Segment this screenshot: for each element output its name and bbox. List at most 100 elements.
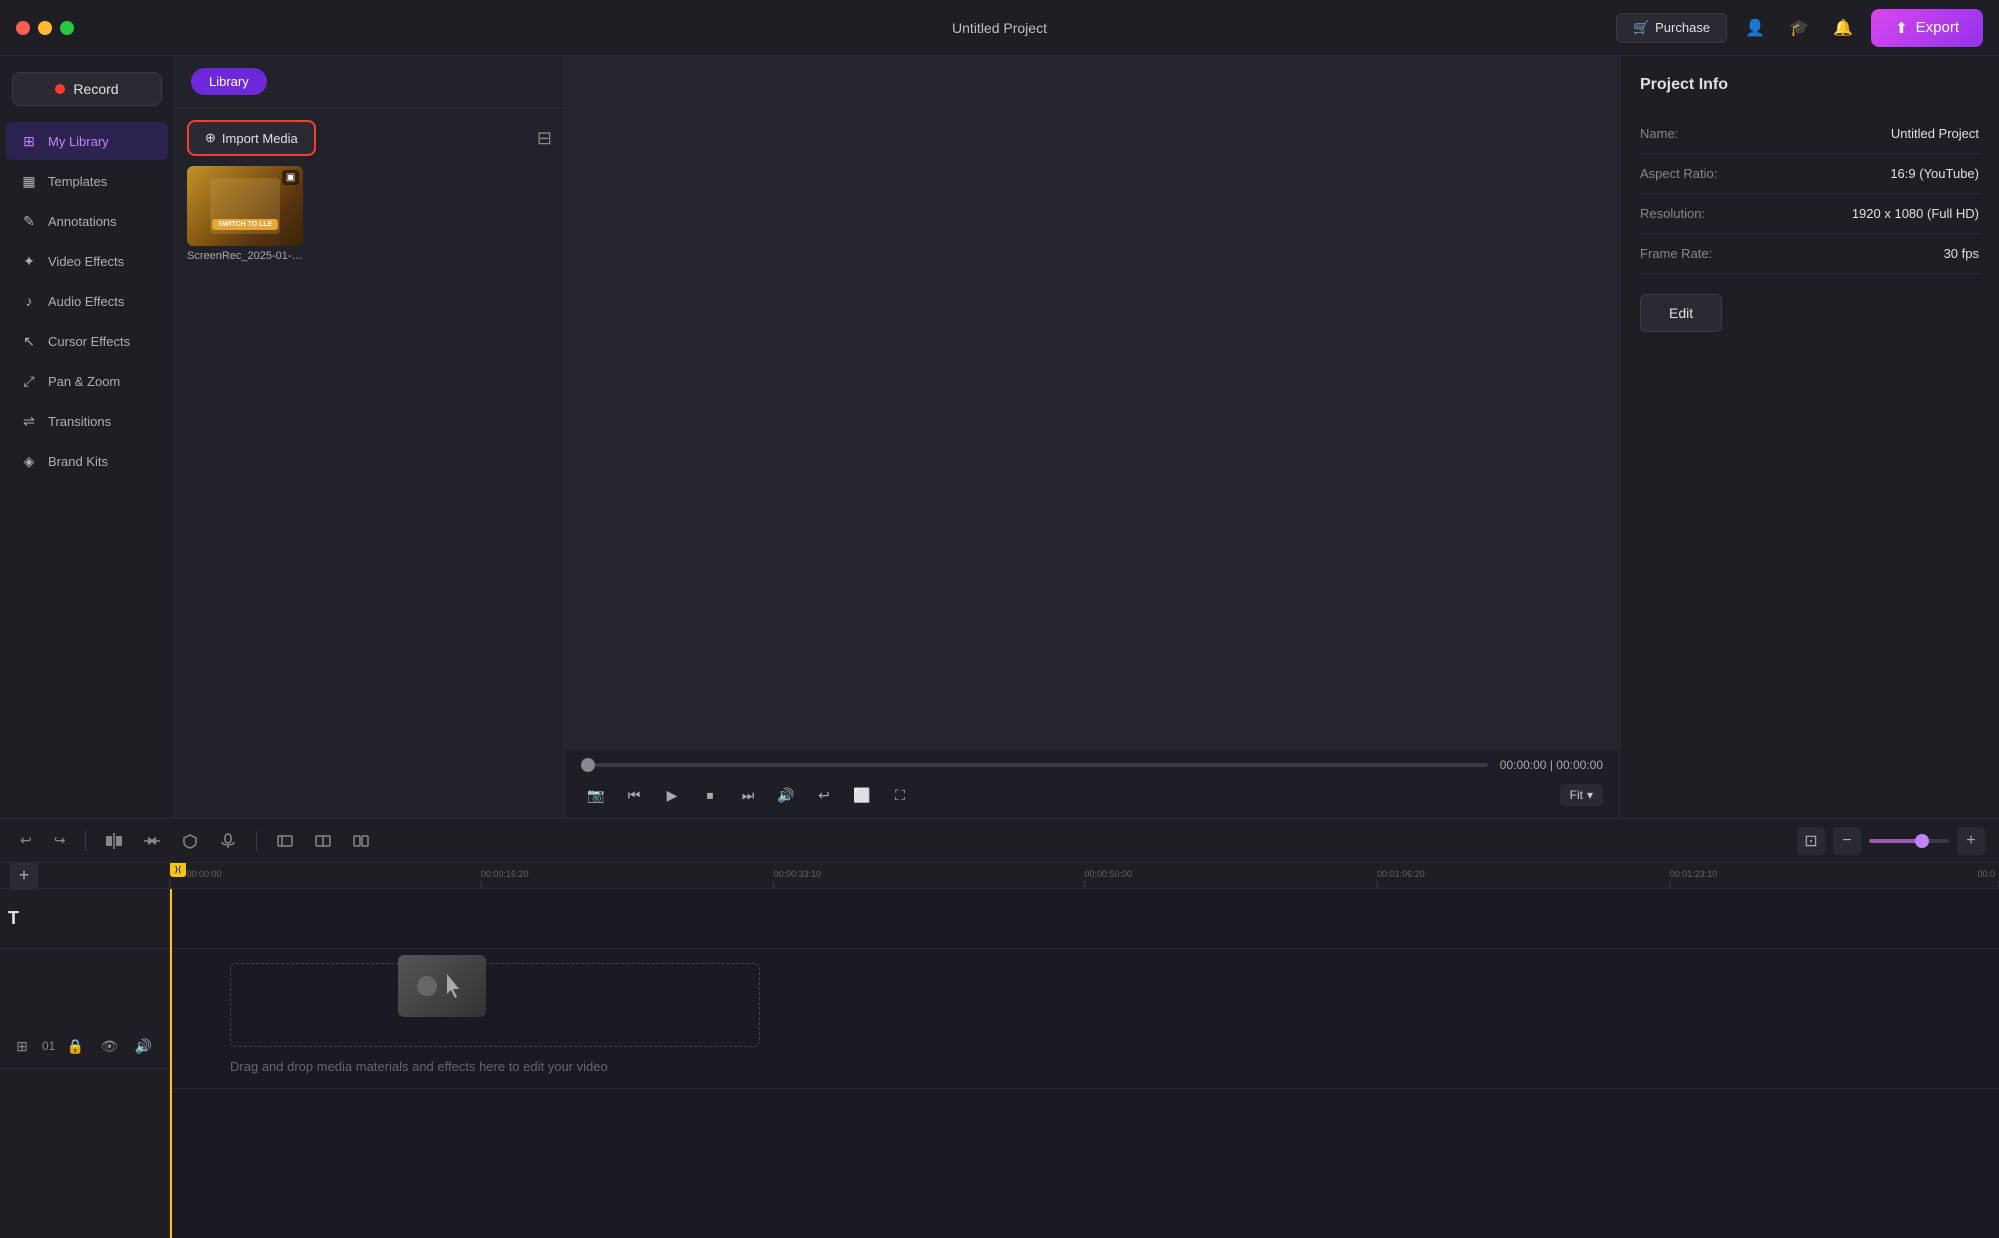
- track-eye-button[interactable]: 👁: [95, 1032, 123, 1060]
- info-value-resolution: 1920 x 1080 (Full HD): [1852, 206, 1979, 221]
- volume-button[interactable]: 🔊: [771, 780, 801, 810]
- annotations-icon: ✎: [20, 212, 38, 230]
- next-frame-button[interactable]: ⏭: [733, 780, 763, 810]
- zoom-handle[interactable]: [1915, 834, 1929, 848]
- library-content: ⊕ Import Media ⊟ SWITCH TO LLE: [175, 108, 564, 274]
- time-total: 00:00:00: [1556, 758, 1603, 772]
- project-info-title: Project Info: [1640, 76, 1979, 94]
- video-effects-icon: ✦: [20, 252, 38, 270]
- record-dot-icon: [55, 84, 65, 94]
- sidebar-item-brand-kits[interactable]: ◈ Brand Kits: [6, 442, 168, 480]
- record-button[interactable]: Record: [12, 72, 162, 106]
- sidebar-item-transitions[interactable]: ⇌ Transitions: [6, 402, 168, 440]
- sidebar-item-video-effects[interactable]: ✦ Video Effects: [6, 242, 168, 280]
- fit-button[interactable]: Fit ▾: [1560, 784, 1603, 806]
- sidebar-item-label: Pan & Zoom: [48, 374, 120, 389]
- edit-button[interactable]: Edit: [1640, 294, 1722, 332]
- track-lock-button[interactable]: 🔒: [61, 1032, 89, 1060]
- stop-button[interactable]: ⏹: [695, 780, 725, 810]
- sidebar-item-cursor-effects[interactable]: ↖ Cursor Effects: [6, 322, 168, 360]
- filter-button[interactable]: ⊟: [537, 128, 552, 149]
- drop-hint-text: Drag and drop media materials and effect…: [230, 1059, 608, 1074]
- track-grid-button[interactable]: ⊞: [8, 1032, 36, 1060]
- sidebar-item-my-library[interactable]: ⊞ My Library: [6, 122, 168, 160]
- ruler-content: 00:00:00:00 00:00:16:20 00:00:33:10 00:0…: [170, 863, 1999, 888]
- help-button[interactable]: 🎓: [1783, 12, 1815, 44]
- redo-button[interactable]: ↪: [48, 828, 72, 853]
- account-icon: 👤: [1745, 18, 1765, 38]
- filter-icon: ⊟: [537, 128, 552, 148]
- prev-frame-button[interactable]: ⏮: [619, 780, 649, 810]
- account-button[interactable]: 👤: [1739, 12, 1771, 44]
- minimize-button[interactable]: [38, 21, 52, 35]
- drag-icon-2: [443, 974, 467, 998]
- trim-button[interactable]: [138, 829, 166, 853]
- library-icon: ⊞: [20, 132, 38, 150]
- sidebar-item-annotations[interactable]: ✎ Annotations: [6, 202, 168, 240]
- zoom-slider[interactable]: [1869, 839, 1949, 843]
- titlebar-right: 🛒 Purchase 👤 🎓 🔔 ⬆ Export: [1616, 9, 1983, 47]
- purchase-icon: 🛒: [1633, 20, 1649, 36]
- progress-handle[interactable]: [581, 758, 595, 772]
- track-label-row-drop: ⊞ 01 🔒 👁 🔊: [0, 949, 169, 1069]
- maximize-button[interactable]: [60, 21, 74, 35]
- info-value-framerate: 30 fps: [1944, 246, 1979, 261]
- toolbar-divider-1: [85, 831, 86, 851]
- transitions-icon: ⇌: [20, 412, 38, 430]
- clip-type-1-button[interactable]: [271, 829, 299, 853]
- info-row-name: Name: Untitled Project: [1640, 114, 1979, 154]
- purchase-button[interactable]: 🛒 Purchase: [1616, 13, 1727, 43]
- media-type-badge: ▣: [282, 170, 299, 185]
- library-toolbar: ⊕ Import Media ⊟: [187, 120, 552, 156]
- bottom-track-icons: ⊞ 01 🔒 👁 🔊: [8, 1032, 161, 1060]
- sidebar-item-templates[interactable]: ▦ Templates: [6, 162, 168, 200]
- track-right-panel: 00:00:00:00 00:00:16:20 00:00:33:10 00:0…: [170, 863, 1999, 1238]
- playhead-line: [170, 889, 172, 1238]
- undo-button[interactable]: ↩: [14, 828, 38, 853]
- progress-bar[interactable]: [581, 763, 1488, 767]
- import-media-button[interactable]: ⊕ Import Media: [187, 120, 316, 156]
- help-icon: 🎓: [1789, 18, 1809, 38]
- library-tab[interactable]: Library: [191, 68, 267, 95]
- track-label-row-1: T: [0, 889, 169, 949]
- add-track-button[interactable]: +: [10, 863, 38, 890]
- toolbar-divider-2: [256, 831, 257, 851]
- loop-button[interactable]: ↩: [809, 780, 839, 810]
- text-track-icon: T: [8, 908, 19, 929]
- mic-button[interactable]: [214, 829, 242, 853]
- info-label-name: Name:: [1640, 126, 1678, 141]
- screenshot-button[interactable]: 📷: [581, 780, 611, 810]
- split-button[interactable]: [100, 829, 128, 853]
- clip-type-3-button[interactable]: [347, 829, 375, 853]
- zoom-in-button[interactable]: +: [1957, 827, 1985, 855]
- notification-button[interactable]: 🔔: [1827, 12, 1859, 44]
- sidebar-item-label: Video Effects: [48, 254, 124, 269]
- fit-frame-button[interactable]: ⊡: [1797, 827, 1825, 855]
- play-button[interactable]: ▶: [657, 780, 687, 810]
- timeline-toolbar: ↩ ↪ ⊡ − +: [0, 819, 1999, 863]
- shield-button[interactable]: [176, 829, 204, 853]
- preview-controls: 00:00:00 | 00:00:00 📷 ⏮ ▶ ⏹ ⏭ 🔊 ↩ ⬜: [565, 749, 1619, 818]
- audio-effects-icon: ♪: [20, 292, 38, 310]
- sidebar-item-label: Annotations: [48, 214, 117, 229]
- track-left-panel: + T ⊞ 01 🔒 👁 🔊: [0, 863, 170, 1238]
- media-item[interactable]: SWITCH TO LLE ▣ ScreenRec_2025-01-16 12-…: [187, 166, 303, 262]
- bell-icon: 🔔: [1833, 18, 1853, 38]
- crop-button[interactable]: ⬜: [847, 780, 877, 810]
- sidebar-item-pan-zoom[interactable]: ⤢ Pan & Zoom: [6, 362, 168, 400]
- zoom-out-button[interactable]: −: [1833, 827, 1861, 855]
- track-audio-button[interactable]: 🔊: [129, 1032, 157, 1060]
- record-btn-container: Record: [0, 64, 174, 114]
- clip-type-2-button[interactable]: [309, 829, 337, 853]
- export-button[interactable]: ⬆ Export: [1871, 9, 1983, 47]
- titlebar: Untitled Project 🛒 Purchase 👤 🎓 🔔 ⬆ Expo…: [0, 0, 1999, 56]
- track-body-row-drop[interactable]: Drag and drop media materials and effect…: [170, 949, 1999, 1089]
- timeline-main: + T ⊞ 01 🔒 👁 🔊 00:00:0: [0, 863, 1999, 1238]
- sidebar-item-label: Templates: [48, 174, 107, 189]
- fit-label: Fit: [1570, 788, 1583, 802]
- fullscreen-button[interactable]: ⛶: [885, 780, 915, 810]
- close-button[interactable]: [16, 21, 30, 35]
- info-value-name: Untitled Project: [1891, 126, 1979, 141]
- info-label-aspect: Aspect Ratio:: [1640, 166, 1717, 181]
- sidebar-item-audio-effects[interactable]: ♪ Audio Effects: [6, 282, 168, 320]
